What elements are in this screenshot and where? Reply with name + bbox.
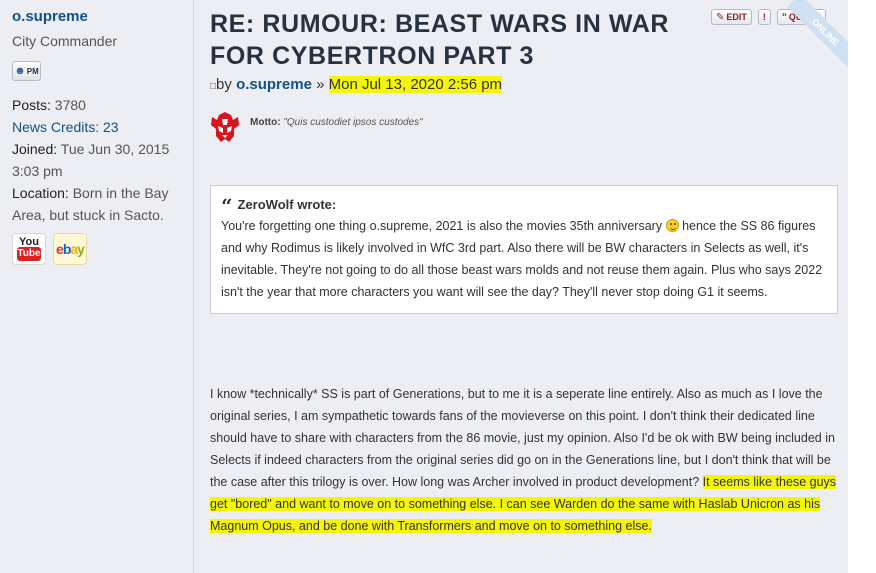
post-author-link[interactable]: o.supreme — [236, 76, 312, 93]
ebay-icon[interactable]: ebay — [53, 233, 87, 265]
autobot-insignia-icon — [211, 112, 239, 142]
post-title[interactable]: RE: RUMOUR: BEAST WARS IN WAR FOR CYBERT… — [210, 8, 700, 72]
quote-author: “ ZeroWolf wrote: — [221, 194, 829, 218]
profile-posts: Posts: 3780 — [12, 94, 193, 116]
motto-value: "Quis custodiet ipsos custodes" — [283, 117, 423, 128]
quote-mark-icon: “ — [221, 194, 233, 218]
quote-text-1: You're forgetting one thing o.supreme, 2… — [221, 219, 663, 233]
forum-post: o.supreme City Commander ☻ PM Posts: 378… — [0, 0, 864, 573]
profile-location: Location: Born in the Bay Area, but stuc… — [12, 182, 193, 226]
joined-label: Joined: — [12, 141, 58, 157]
edit-label: EDIT — [726, 12, 747, 22]
post-motto: Motto: "Quis custodiet ipsos custodes" — [210, 111, 423, 143]
report-button[interactable]: ! — [757, 9, 771, 25]
wink-smiley-icon — [665, 219, 679, 232]
by-label: by — [216, 76, 232, 93]
posts-value: 3780 — [54, 97, 86, 113]
post-profile: o.supreme City Commander ☻ PM Posts: 378… — [0, 0, 194, 573]
byline-separator: » — [316, 76, 325, 93]
profile-joined: Joined: Tue Jun 30, 2015 3:03 pm — [12, 138, 193, 182]
report-icon: ! — [762, 12, 766, 22]
quote-block: “ ZeroWolf wrote: You're forgetting one t… — [210, 185, 838, 314]
post-date: Mon Jul 13, 2020 2:56 pm — [328, 76, 503, 93]
post-content-1: I know *technically* SS is part of Gener… — [210, 387, 835, 489]
motto-text: Motto: "Quis custodiet ipsos custodes" — [250, 117, 423, 128]
quote-author-text: ZeroWolf wrote: — [237, 197, 337, 212]
profile-details: Posts: 3780 News Credits: 23 Joined: Tue… — [12, 94, 193, 226]
profile-rank: City Commander — [12, 33, 118, 49]
youtube-icon[interactable]: You Tube — [12, 233, 46, 265]
pencil-icon: ✎ — [716, 11, 725, 23]
posts-label: Posts: — [12, 97, 51, 113]
profile-news-credits[interactable]: News Credits: 23 — [12, 116, 193, 138]
profile-username[interactable]: o.supreme — [12, 8, 193, 26]
pm-label: PM — [26, 66, 39, 76]
pm-button[interactable]: ☻ PM — [12, 61, 41, 81]
edit-button[interactable]: ✎ EDIT — [711, 9, 752, 25]
post-content: I know *technically* SS is part of Gener… — [210, 383, 840, 537]
page-margin — [848, 0, 876, 573]
motto-label: Motto: — [250, 117, 281, 128]
post-author-line: □by o.supreme » Mon Jul 13, 2020 2:56 pm — [210, 76, 503, 93]
quote-icon: “ — [781, 11, 787, 23]
contact-icons: You Tube ebay — [12, 233, 193, 265]
location-label: Location: — [12, 185, 69, 201]
user-icon: ☻ — [14, 65, 26, 77]
